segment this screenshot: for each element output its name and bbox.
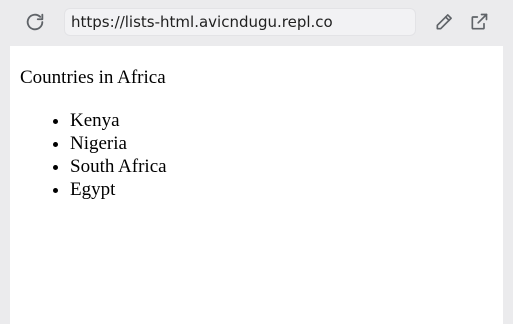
list-item: Egypt (70, 178, 167, 201)
list-item: Kenya (70, 109, 167, 132)
list-item: Nigeria (70, 132, 167, 155)
reload-icon[interactable] (23, 10, 47, 34)
pencil-icon[interactable] (432, 10, 456, 34)
open-in-new-tab-icon[interactable] (467, 10, 491, 34)
page-heading: Countries in Africa (20, 67, 166, 88)
list-item: South Africa (70, 155, 167, 178)
page-viewport: Countries in Africa Kenya Nigeria South … (10, 46, 503, 324)
browser-toolbar: https://lists-html.avicndugu.repl.co (0, 0, 513, 46)
url-bar[interactable]: https://lists-html.avicndugu.repl.co (64, 8, 416, 36)
country-list: Kenya Nigeria South Africa Egypt (20, 109, 167, 201)
